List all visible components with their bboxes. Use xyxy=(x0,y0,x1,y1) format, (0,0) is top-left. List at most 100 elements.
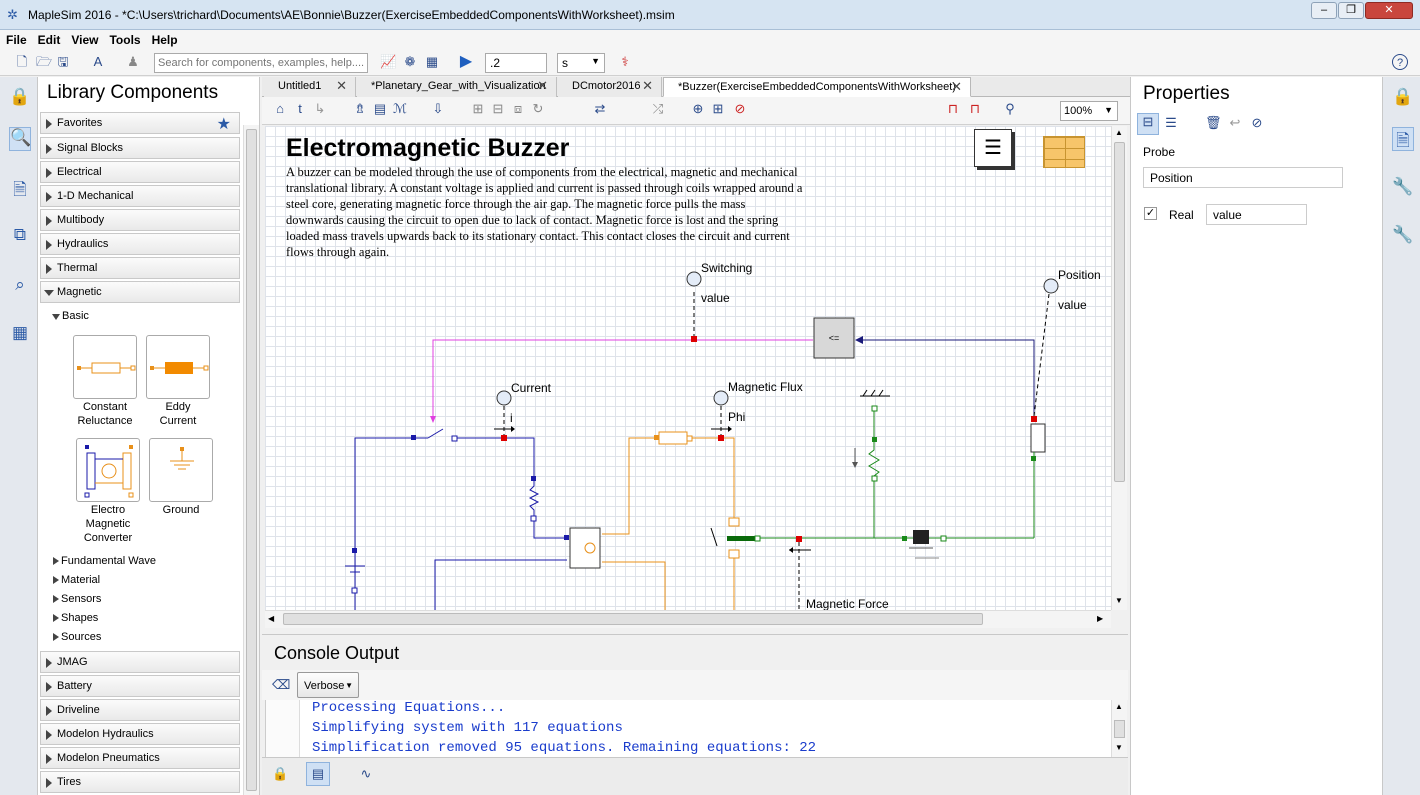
menu-help[interactable]: Help xyxy=(146,30,183,47)
subcategory-sources[interactable]: Sources xyxy=(52,631,101,643)
subcategory-fundamental-wave[interactable]: Fundamental Wave xyxy=(53,555,156,567)
table-icon[interactable]: ▦ xyxy=(9,323,31,347)
text-icon[interactable]: A xyxy=(90,54,106,70)
verbosity-select[interactable]: Verbose ▼ xyxy=(297,672,359,698)
subcategory-shapes[interactable]: Shapes xyxy=(52,612,98,624)
lock-icon[interactable]: 🔒 xyxy=(272,766,288,782)
lock-icon[interactable]: 🔒 xyxy=(1392,87,1414,111)
magnet-field-icon[interactable]: ⊓ xyxy=(967,101,983,117)
scroll-up-icon[interactable]: ▲ xyxy=(1115,128,1123,137)
math-icon[interactable]: ℳ xyxy=(392,101,408,117)
component-eddy-current[interactable] xyxy=(146,335,210,399)
category-battery[interactable]: Battery xyxy=(40,675,240,697)
real-checkbox[interactable]: ✓ xyxy=(1144,207,1157,220)
orientation-icon[interactable]: ⇄ xyxy=(592,101,608,117)
attachment-icon[interactable]: ⌕ xyxy=(9,275,31,299)
plot-icon[interactable]: 📈 xyxy=(380,54,396,70)
maximize-button[interactable]: ❐ xyxy=(1338,2,1364,19)
time-unit-select[interactable]: s ▼ xyxy=(557,53,605,73)
connector-icon[interactable]: ⚲ xyxy=(1002,101,1018,117)
tab-untitled1[interactable]: Untitled1 ✕ xyxy=(264,77,356,97)
probe-settings-icon[interactable]: ⊟ xyxy=(1137,113,1159,135)
canvas-vertical-scrollbar[interactable]: ▲ ▼ xyxy=(1111,126,1127,610)
category-tires[interactable]: Tires xyxy=(40,771,240,793)
scroll-down-icon[interactable]: ▼ xyxy=(1115,596,1123,605)
undo-icon[interactable]: ↩ xyxy=(1227,115,1243,131)
disable-icon[interactable]: ⊘ xyxy=(1249,115,1265,131)
open-file-icon[interactable]: 🗁 xyxy=(36,54,52,70)
category-electrical[interactable]: Electrical xyxy=(40,161,240,183)
menu-edit[interactable]: Edit xyxy=(32,30,66,47)
list-icon[interactable]: ☰ xyxy=(1163,115,1179,131)
model-diagram-canvas[interactable]: Electromagnetic Buzzer A buzzer can be m… xyxy=(265,126,1111,610)
close-tab-icon[interactable]: ✕ xyxy=(336,78,347,94)
scroll-right-icon[interactable]: ▶ xyxy=(1097,614,1103,623)
user-icon[interactable]: ♟ xyxy=(125,54,141,70)
zoom-select[interactable]: 100% ▼ xyxy=(1060,101,1118,121)
console-tab-icon[interactable]: ▤ xyxy=(306,762,330,786)
home-icon[interactable]: ⌂ xyxy=(272,101,288,117)
menu-file[interactable]: File xyxy=(0,30,32,47)
scroll-up-icon[interactable]: ▲ xyxy=(1115,702,1123,711)
probe-name-field[interactable]: Position xyxy=(1143,167,1343,188)
menu-tools[interactable]: Tools xyxy=(103,30,145,47)
lock-icon[interactable]: 🔒 xyxy=(9,87,31,111)
hierarchy-icon[interactable]: ⧉ xyxy=(9,225,31,249)
shuffle-icon[interactable]: ⤮ xyxy=(650,101,666,117)
star-icon[interactable]: ★ xyxy=(217,114,231,134)
attach-icon[interactable]: ⇩ xyxy=(430,101,446,117)
rotate-icon[interactable]: ↻ xyxy=(530,101,546,117)
component-electro-magnetic-converter[interactable] xyxy=(76,438,140,502)
disable-icon[interactable]: ⊘ xyxy=(732,101,748,117)
search-input[interactable] xyxy=(154,53,368,73)
scrollbar-thumb[interactable] xyxy=(1114,142,1125,482)
category-modelon-pneumatics[interactable]: Modelon Pneumatics xyxy=(40,747,240,769)
scroll-left-icon[interactable]: ◀ xyxy=(268,614,274,623)
close-tab-icon[interactable]: ✕ xyxy=(951,79,962,95)
navigate-down-icon[interactable]: ↳ xyxy=(312,101,328,117)
ungroup-icon[interactable]: ⊟ xyxy=(490,101,506,117)
library-scrollbar[interactable] xyxy=(243,125,259,795)
canvas-horizontal-scrollbar[interactable]: ◀ ▶ xyxy=(265,610,1111,628)
navigate-up-icon[interactable]: t xyxy=(292,101,308,117)
tab-dcmotor2016[interactable]: DCmotor2016 ✕ xyxy=(558,77,662,97)
close-button[interactable]: ✕ xyxy=(1365,2,1413,19)
tab-buzzer[interactable]: *Buzzer(ExerciseEmbeddedComponentsWithWo… xyxy=(663,77,971,97)
group-icon[interactable]: ⊞ xyxy=(470,101,486,117)
scroll-down-icon[interactable]: ▼ xyxy=(1115,743,1123,752)
wrench-icon[interactable]: 🔧 xyxy=(1392,177,1414,201)
scrollbar-thumb[interactable] xyxy=(246,129,257,791)
close-tab-icon[interactable]: ✕ xyxy=(642,78,653,94)
add-table-icon[interactable]: ⊞ xyxy=(710,101,726,117)
magnet-icon[interactable]: ⊓ xyxy=(945,101,961,117)
run-simulation-icon[interactable]: ▶ xyxy=(458,54,474,70)
subcategory-basic[interactable]: Basic xyxy=(52,310,89,322)
subcategory-material[interactable]: Material xyxy=(52,574,100,586)
probe-icon[interactable]: ⊕ xyxy=(690,101,706,117)
category-hydraulics[interactable]: Hydraulics xyxy=(40,233,240,255)
save-icon[interactable]: 🖫 xyxy=(55,54,71,70)
add-component-icon[interactable]: ⇯ xyxy=(352,101,368,117)
library-search-icon[interactable]: 🔍 xyxy=(9,127,31,151)
stethoscope-icon[interactable]: ⚕ xyxy=(617,54,633,70)
scrollbar-thumb[interactable] xyxy=(1114,720,1125,738)
flip-icon[interactable]: ⧈ xyxy=(510,101,526,117)
document-search-icon[interactable]: 🗎 xyxy=(9,177,31,201)
console-scrollbar[interactable]: ▲ ▼ xyxy=(1111,700,1127,757)
wrench-settings-icon[interactable]: 🔧 xyxy=(1392,225,1414,249)
waveform-icon[interactable]: ∿ xyxy=(358,766,374,782)
category-modelon-hydraulics[interactable]: Modelon Hydraulics xyxy=(40,723,240,745)
category-thermal[interactable]: Thermal xyxy=(40,257,240,279)
close-tab-icon[interactable]: ✕ xyxy=(537,78,548,94)
category-signal-blocks[interactable]: Signal Blocks xyxy=(40,137,240,159)
category-multibody[interactable]: Multibody xyxy=(40,209,240,231)
multibody-icon[interactable]: ❁ xyxy=(402,54,418,70)
delete-icon[interactable]: 🗑 xyxy=(1205,115,1222,131)
scrollbar-thumb[interactable] xyxy=(283,613,983,625)
category-magnetic[interactable]: Magnetic xyxy=(40,281,240,303)
tab-planetary-gear[interactable]: *Planetary_Gear_with_Visualization ✕ xyxy=(357,77,557,97)
grid-icon[interactable]: ▦ xyxy=(424,54,440,70)
category-jmag[interactable]: JMAG xyxy=(40,651,240,673)
component-constant-reluctance[interactable] xyxy=(73,335,137,399)
category-1d-mechanical[interactable]: 1-D Mechanical xyxy=(40,185,240,207)
